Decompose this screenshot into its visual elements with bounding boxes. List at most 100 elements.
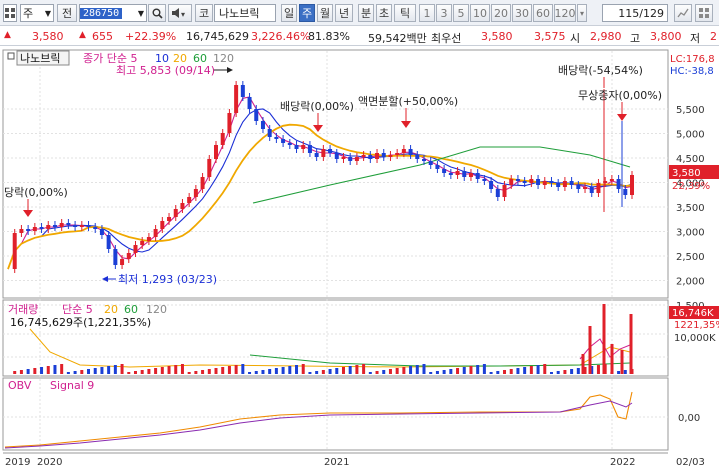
chevron-down-icon: ▼ xyxy=(137,8,144,18)
price-axis-label: 2,000 xyxy=(676,277,705,288)
obv-legend-signal: Signal 9 xyxy=(50,379,94,392)
candle-body xyxy=(32,227,37,231)
volume-bar xyxy=(482,364,486,374)
svg-text:▾: ▾ xyxy=(181,10,185,19)
low-annotation: 최저 1,293 (03/23) xyxy=(118,273,217,286)
price-axis-label: 2,500 xyxy=(676,252,705,263)
volume-bar xyxy=(509,369,513,374)
volume-bar xyxy=(315,371,319,374)
volume-bar xyxy=(415,365,419,374)
volume-bar xyxy=(214,368,218,374)
prev-button[interactable]: 전 xyxy=(57,4,77,22)
speaker-icon: ▾ xyxy=(172,8,185,19)
period-tab-tick[interactable]: 틱 xyxy=(394,4,416,22)
candle-body xyxy=(133,245,138,253)
search-button[interactable] xyxy=(148,4,166,22)
candle-body xyxy=(59,223,64,227)
volume-value-label: 16,745,629주(1,221,35%) xyxy=(10,316,151,329)
candle-body xyxy=(39,227,44,229)
volume-bar xyxy=(174,365,178,374)
code-input[interactable]: 286750 ▼ xyxy=(79,4,147,22)
interval-button-20[interactable]: 20 xyxy=(491,4,511,22)
volume-axis-label: 10,000K xyxy=(674,333,716,344)
count-display[interactable]: 115/129 xyxy=(602,4,668,22)
interval-button-120[interactable]: 120 xyxy=(554,4,576,22)
stock-chart[interactable]: 나노브릭 종가 단순 5 10 20 60 120 최고 5,853 (09/1… xyxy=(0,47,719,469)
candle-body xyxy=(180,203,185,209)
candle-body xyxy=(609,179,614,181)
volume-bar xyxy=(241,364,245,374)
volume-bar xyxy=(435,371,439,374)
candle-body xyxy=(113,249,118,265)
candle-body xyxy=(126,253,131,259)
volume-bar xyxy=(254,371,258,374)
candle-body xyxy=(428,161,433,165)
candle-body xyxy=(381,153,386,157)
volume-bar xyxy=(382,370,386,374)
interval-button-30[interactable]: 30 xyxy=(512,4,532,22)
interval-button-10[interactable]: 10 xyxy=(470,4,490,22)
candle-body xyxy=(455,171,460,175)
volume-bar xyxy=(362,364,366,374)
chart-canvas[interactable]: 나노브릭 종가 단순 5 10 20 60 120 최고 5,853 (09/1… xyxy=(0,47,719,469)
candle-body xyxy=(630,175,634,195)
interval-button-3[interactable]: 3 xyxy=(436,4,452,22)
obv-legend-title: OBV xyxy=(8,379,32,392)
volume-bar xyxy=(476,365,480,374)
candle-body xyxy=(287,143,292,145)
volume-bar xyxy=(348,366,352,374)
period-tab-day[interactable]: 일 xyxy=(281,4,297,22)
candle-body xyxy=(173,209,178,217)
grid-icon[interactable] xyxy=(3,4,17,22)
volume-bar xyxy=(180,364,184,374)
volume-bar xyxy=(375,371,379,374)
price-panel[interactable] xyxy=(2,49,669,299)
x-tick-date: 02/03 xyxy=(676,457,705,468)
open-price: 2,980 xyxy=(590,30,622,43)
candle-body xyxy=(254,109,259,121)
interval-button-5[interactable]: 5 xyxy=(453,4,469,22)
type-select[interactable]: 주 ▼ xyxy=(20,4,54,22)
volume-bar xyxy=(261,370,265,374)
volume-bar xyxy=(160,367,164,374)
audio-button[interactable]: ▾ xyxy=(168,4,192,22)
volume-bar xyxy=(133,371,137,374)
candle-body xyxy=(549,181,554,183)
volume-bar xyxy=(335,368,339,374)
candle-body xyxy=(495,189,500,197)
price-change-pct: +22.39% xyxy=(125,30,177,43)
settings-button[interactable] xyxy=(695,4,713,22)
volume-bar xyxy=(496,371,500,374)
interval-button-1[interactable]: 1 xyxy=(419,4,435,22)
volume-bar xyxy=(80,370,84,374)
chart-icon-button[interactable] xyxy=(674,4,692,22)
interval-button-60[interactable]: 60 xyxy=(533,4,553,22)
candle-body xyxy=(140,241,145,245)
period-tab-minute[interactable]: 분 xyxy=(358,4,374,22)
volume-panel[interactable] xyxy=(2,299,669,377)
volume-bar xyxy=(308,372,312,374)
ratio: 81.83% xyxy=(308,30,350,43)
panel-handle-icon[interactable] xyxy=(7,52,15,60)
candle-body xyxy=(522,181,527,183)
volume-legend-5: 단순 5 xyxy=(62,303,93,316)
market-button[interactable]: 코 xyxy=(195,4,213,22)
period-tab-second[interactable]: 초 xyxy=(376,4,392,22)
candle-body xyxy=(267,129,272,137)
volume-bar xyxy=(26,369,30,374)
volume-bar xyxy=(629,314,633,374)
volume-bar xyxy=(469,366,473,374)
volume-bar xyxy=(523,367,527,374)
period-tab-month[interactable]: 월 xyxy=(317,4,333,22)
candle-body xyxy=(146,237,151,241)
chart-toolbar: 주 ▼ 전 286750 ▼ ▾ 코 나노브릭 일 주 월 년 분 초 틱 1 … xyxy=(0,0,719,26)
volume-bar xyxy=(281,367,285,374)
period-tab-year[interactable]: 년 xyxy=(335,4,353,22)
candle-body xyxy=(422,159,426,161)
volume-pct-tag: 1221,35% xyxy=(674,320,719,331)
candle-body xyxy=(167,217,172,221)
volume-bar xyxy=(617,371,621,374)
interval-dropdown[interactable]: ▾ xyxy=(577,4,587,22)
volume-bar xyxy=(543,364,547,374)
period-tab-week[interactable]: 주 xyxy=(299,4,315,22)
